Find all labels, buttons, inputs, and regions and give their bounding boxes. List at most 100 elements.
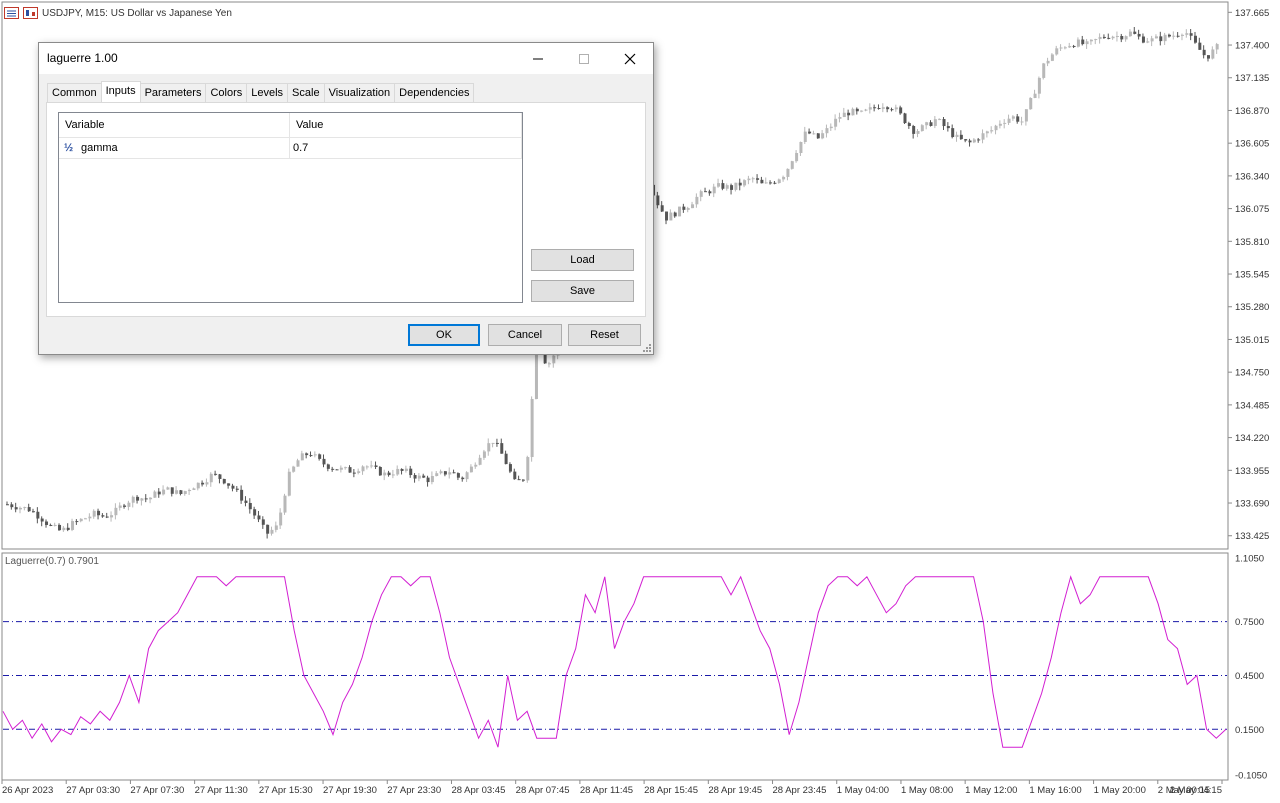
candle-body bbox=[513, 471, 517, 480]
maximize-icon bbox=[579, 53, 589, 64]
dialog-title-bar[interactable]: laguerre 1.00 bbox=[39, 43, 653, 74]
candle-body bbox=[1163, 34, 1167, 42]
candle-body bbox=[58, 524, 62, 531]
candle-body bbox=[326, 464, 330, 469]
candle-body bbox=[877, 108, 881, 110]
candle-body bbox=[977, 139, 981, 141]
load-button[interactable]: Load bbox=[531, 249, 634, 271]
candle-body bbox=[175, 490, 179, 494]
candle-body bbox=[886, 107, 890, 110]
time-tick-label: 1 May 04:00 bbox=[837, 785, 889, 796]
tab-dependencies[interactable]: Dependencies bbox=[394, 83, 475, 102]
price-tick-label: 136.870 bbox=[1235, 106, 1269, 117]
candle-body bbox=[296, 460, 300, 467]
candle-body bbox=[469, 466, 473, 473]
candle-body bbox=[400, 468, 404, 471]
candle-body bbox=[812, 133, 816, 135]
inputs-panel: Variable Value ½ gamma 0.7 Load Save bbox=[46, 102, 646, 317]
candle-body bbox=[322, 458, 326, 465]
tab-scale[interactable]: Scale bbox=[287, 83, 325, 102]
candle-body bbox=[309, 455, 313, 457]
ok-button[interactable]: OK bbox=[408, 324, 480, 346]
candle-body bbox=[708, 191, 712, 194]
candle-body bbox=[196, 482, 200, 489]
column-header-value[interactable]: Value bbox=[290, 113, 522, 137]
candle-body bbox=[1059, 47, 1063, 49]
candle-body bbox=[1072, 45, 1076, 47]
candle-body bbox=[756, 178, 760, 180]
time-tick-label: 27 Apr 23:30 bbox=[387, 785, 441, 796]
candle-body bbox=[231, 485, 235, 489]
candle-body bbox=[1133, 31, 1137, 34]
table-row[interactable]: ½ gamma 0.7 bbox=[59, 138, 522, 159]
candle-body bbox=[760, 179, 764, 184]
close-icon bbox=[624, 53, 636, 64]
tab-levels[interactable]: Levels bbox=[246, 83, 289, 102]
tab-inputs[interactable]: Inputs bbox=[100, 81, 141, 102]
candle-body bbox=[912, 126, 916, 134]
tab-parameters[interactable]: Parameters bbox=[139, 83, 207, 102]
candle-body bbox=[1102, 36, 1106, 38]
variable-value[interactable]: 0.7 bbox=[293, 138, 308, 158]
candle-body bbox=[136, 496, 140, 501]
candle-body bbox=[751, 178, 755, 180]
candle-body bbox=[257, 515, 261, 520]
candle-body bbox=[773, 182, 777, 184]
candle-body bbox=[981, 133, 985, 140]
time-tick-label: 27 Apr 11:30 bbox=[195, 785, 248, 796]
candle-body bbox=[517, 479, 521, 481]
candle-body bbox=[842, 112, 846, 118]
candle-body bbox=[504, 453, 508, 465]
tab-colors[interactable]: Colors bbox=[205, 83, 248, 102]
chart-title-bar: USDJPY, M15: US Dollar vs Japanese Yen bbox=[4, 5, 232, 21]
candle-body bbox=[1159, 36, 1163, 42]
candle-body bbox=[920, 125, 924, 132]
chart-menu-icon[interactable] bbox=[4, 7, 19, 19]
reset-button[interactable]: Reset bbox=[568, 324, 641, 346]
candle-body bbox=[1050, 54, 1054, 61]
candle-body bbox=[435, 473, 439, 477]
candle-body bbox=[699, 191, 703, 197]
candle-body bbox=[10, 504, 14, 508]
save-button[interactable]: Save bbox=[531, 280, 634, 302]
candle-body bbox=[482, 451, 486, 458]
candle-body bbox=[1193, 35, 1197, 43]
candle-body bbox=[127, 502, 131, 507]
candle-body bbox=[1037, 77, 1041, 94]
candle-body bbox=[478, 457, 482, 465]
candle-body bbox=[49, 524, 53, 526]
price-tick-label: 133.955 bbox=[1235, 466, 1269, 477]
column-header-variable[interactable]: Variable bbox=[59, 113, 289, 137]
time-tick-label: 28 Apr 15:45 bbox=[644, 785, 698, 796]
tab-common[interactable]: Common bbox=[47, 83, 102, 102]
candle-body bbox=[890, 109, 894, 111]
candle-body bbox=[253, 509, 257, 516]
candle-body bbox=[899, 107, 903, 114]
resize-grip-icon[interactable] bbox=[643, 344, 651, 352]
candle-body bbox=[370, 465, 374, 467]
tab-visualization[interactable]: Visualization bbox=[323, 83, 396, 102]
candle-body bbox=[27, 507, 31, 512]
candle-body bbox=[292, 466, 296, 472]
candle-body bbox=[994, 125, 998, 131]
candle-body bbox=[123, 505, 127, 507]
candle-body bbox=[157, 491, 161, 495]
maximize-button[interactable] bbox=[561, 43, 607, 74]
candle-body bbox=[131, 496, 135, 503]
candle-body bbox=[305, 453, 309, 456]
trade-panel-icon[interactable] bbox=[23, 7, 38, 19]
candle-body bbox=[339, 467, 343, 470]
candle-body bbox=[1111, 36, 1115, 39]
minimize-button[interactable] bbox=[515, 43, 561, 74]
candle-body bbox=[972, 139, 976, 143]
candle-body bbox=[188, 490, 192, 492]
cancel-button[interactable]: Cancel bbox=[488, 324, 562, 346]
candle-body bbox=[214, 473, 218, 475]
candle-body bbox=[118, 505, 122, 508]
candle-body bbox=[695, 196, 699, 205]
candle-body bbox=[864, 109, 868, 111]
candle-body bbox=[1172, 35, 1176, 37]
candle-body bbox=[1042, 63, 1046, 78]
close-button[interactable] bbox=[607, 43, 653, 74]
candle-body bbox=[1055, 48, 1059, 55]
